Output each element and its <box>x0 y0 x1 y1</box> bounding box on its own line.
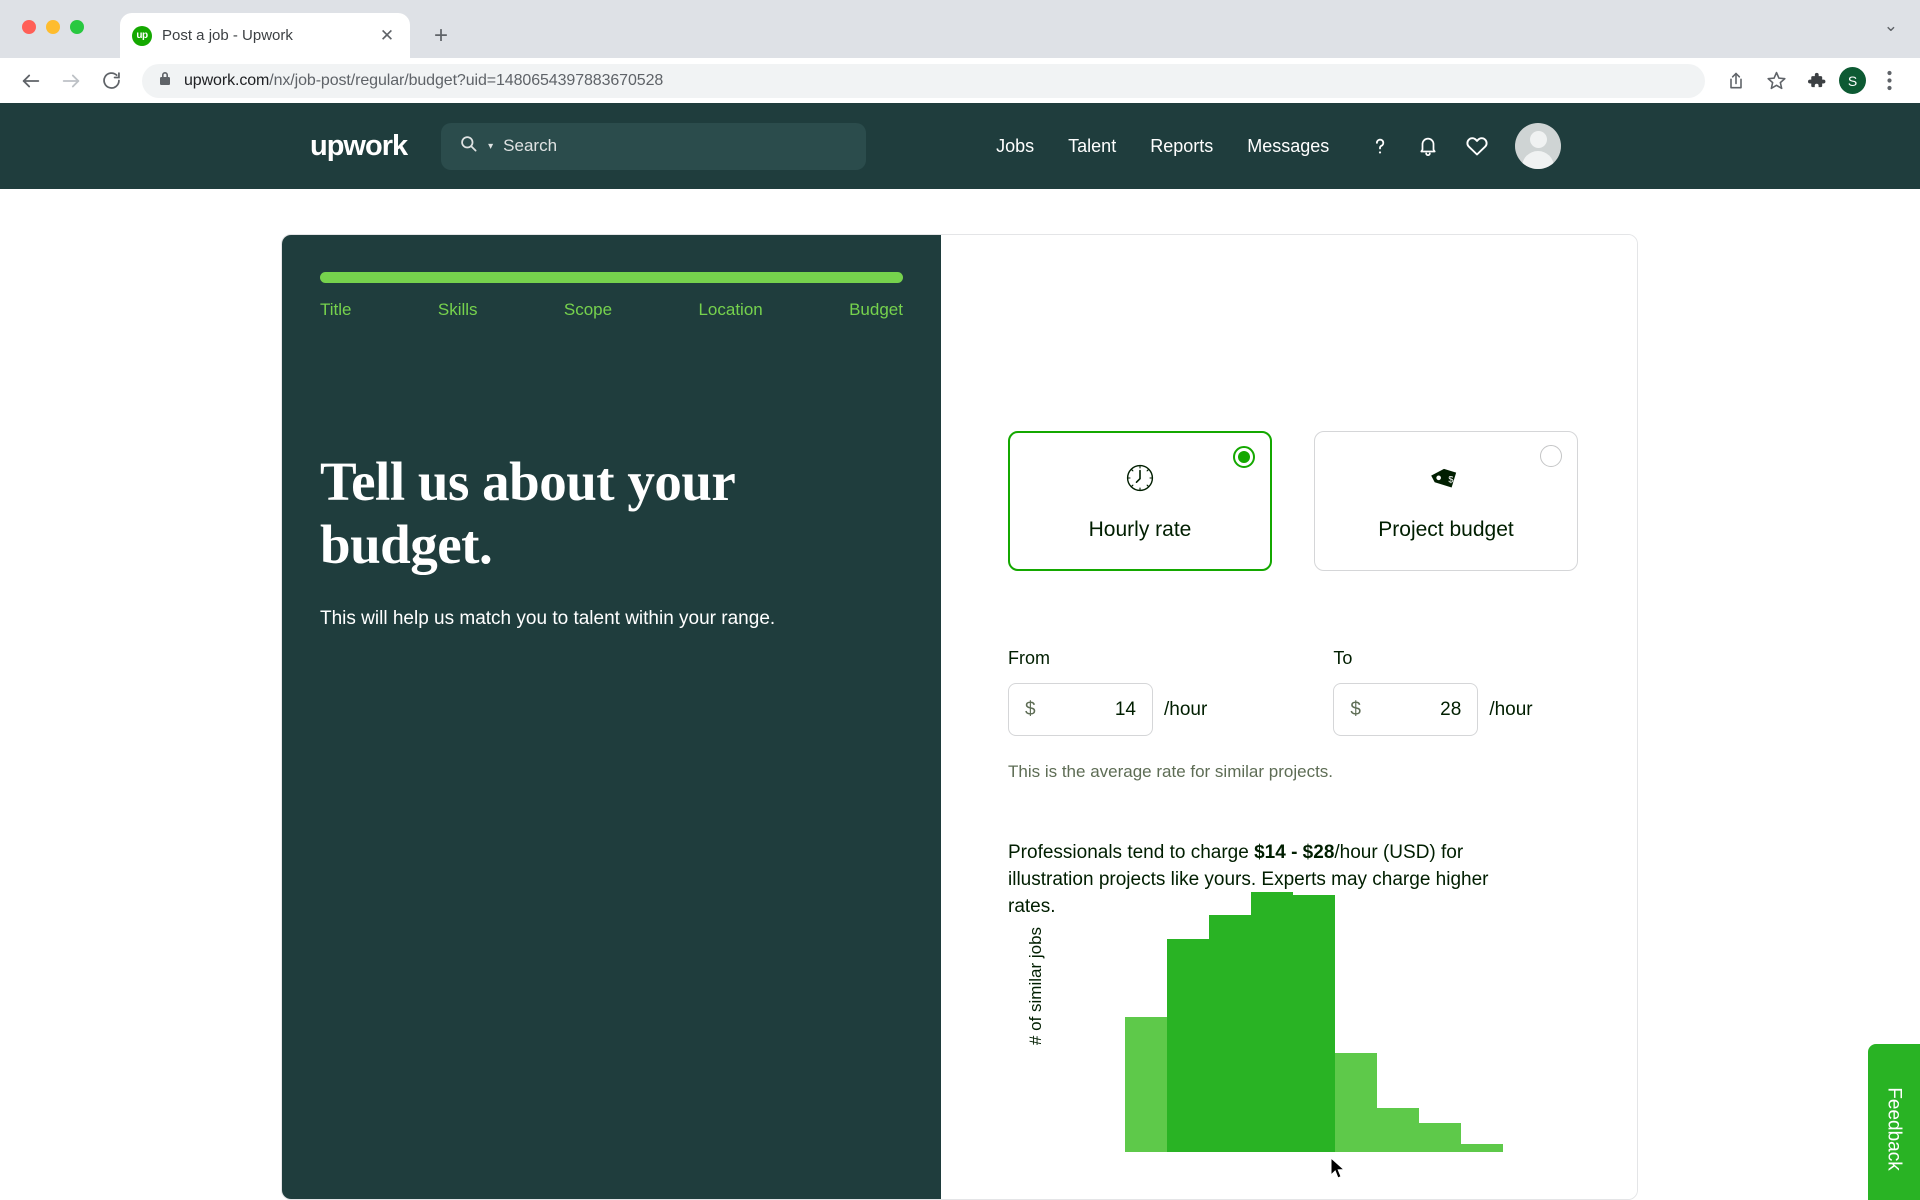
chrome-menu-icon[interactable] <box>1872 64 1906 98</box>
rate-from-group: From $ 14 /hour <box>1008 648 1207 736</box>
browser-profile-avatar[interactable]: S <box>1839 67 1866 94</box>
back-arrow-icon[interactable] <box>14 64 48 98</box>
guidance-range: $14 - $28 <box>1254 842 1335 863</box>
browser-toolbar: upwork.com/nx/job-post/regular/budget?ui… <box>0 58 1920 103</box>
histogram-bar <box>1209 915 1251 1152</box>
step-skills[interactable]: Skills <box>438 300 478 320</box>
browser-tabstrip: up Post a job - Upwork ✕ + ⌄ <box>0 0 1920 58</box>
budget-form-panel: Hourly rate $ Project budget From $ 14 /… <box>941 235 1637 1199</box>
help-question-icon[interactable] <box>1369 134 1391 158</box>
site-header: upwork ▾ Search Jobs Talent Reports Mess… <box>0 103 1920 189</box>
similar-jobs-histogram: # of similar jobs <box>1008 892 1568 1152</box>
user-avatar[interactable] <box>1515 123 1562 169</box>
project-budget-radio[interactable] <box>1540 445 1562 467</box>
extensions-puzzle-icon[interactable] <box>1799 64 1833 98</box>
histogram-bar <box>1293 894 1335 1152</box>
share-icon[interactable] <box>1719 64 1753 98</box>
step-budget[interactable]: Budget <box>849 300 903 320</box>
rate-to-group: To $ 28 /hour <box>1333 648 1533 736</box>
minimize-window-button[interactable] <box>46 20 60 34</box>
histogram-bar <box>1167 938 1209 1152</box>
step-title[interactable]: Title <box>320 300 352 320</box>
bookmark-star-icon[interactable] <box>1759 64 1793 98</box>
maximize-window-button[interactable] <box>70 20 84 34</box>
upwork-favicon-icon: up <box>132 25 152 46</box>
wizard-steps: Title Skills Scope Location Budget <box>320 300 903 320</box>
upwork-logo[interactable]: upwork <box>310 130 408 163</box>
secure-lock-icon <box>158 70 172 91</box>
histogram-bar <box>1251 892 1293 1152</box>
rate-to-value: 28 <box>1440 698 1462 720</box>
hourly-rate-label: Hourly rate <box>1088 517 1192 541</box>
histogram-bar <box>1125 1016 1167 1152</box>
tab-list-chevron-down-icon[interactable]: ⌄ <box>1884 16 1898 36</box>
search-input[interactable]: ▾ Search <box>441 122 867 170</box>
job-post-budget-card: Title Skills Scope Location Budget Tell … <box>281 234 1638 1200</box>
forward-arrow-icon[interactable] <box>54 64 88 98</box>
rate-from-label: From <box>1008 648 1050 668</box>
svg-text:$: $ <box>1448 474 1453 484</box>
close-tab-icon[interactable]: ✕ <box>376 25 398 47</box>
rate-from-input[interactable]: $ 14 <box>1008 683 1153 736</box>
page-subtitle: This will help us match you to talent wi… <box>320 608 776 629</box>
currency-symbol: $ <box>1025 698 1036 720</box>
price-tag-icon: $ <box>1428 461 1464 500</box>
tab-title: Post a job - Upwork <box>162 27 293 44</box>
histogram-bar <box>1461 1144 1503 1152</box>
hourly-rate-radio[interactable] <box>1233 446 1255 468</box>
budget-type-group: Hourly rate $ Project budget <box>1008 431 1637 571</box>
guidance-prefix: Professionals tend to charge <box>1008 842 1255 863</box>
step-scope[interactable]: Scope <box>564 300 612 320</box>
step-location[interactable]: Location <box>698 300 762 320</box>
search-icon <box>459 134 478 158</box>
project-budget-label: Project budget <box>1378 517 1514 541</box>
page-title: Tell us about your budget. <box>320 451 735 575</box>
rate-from-value: 14 <box>1114 698 1136 720</box>
rate-from-unit: /hour <box>1164 698 1208 720</box>
rate-range-group: From $ 14 /hour To $ 28 /hour <box>1008 648 1637 736</box>
rate-to-unit: /hour <box>1489 698 1533 720</box>
histogram-bar <box>1419 1123 1461 1152</box>
address-bar-url: upwork.com/nx/job-post/regular/budget?ui… <box>184 72 663 90</box>
wizard-left-panel: Title Skills Scope Location Budget Tell … <box>282 235 941 1199</box>
search-placeholder: Search <box>503 136 558 155</box>
url-path: /nx/job-post/regular/budget?uid=14806543… <box>269 71 664 89</box>
notifications-bell-icon[interactable] <box>1417 134 1439 158</box>
nav-item-reports[interactable]: Reports <box>1150 136 1213 157</box>
browser-window: up Post a job - Upwork ✕ + ⌄ upwork.com/… <box>0 0 1920 1200</box>
currency-symbol: $ <box>1350 698 1361 720</box>
header-icon-group <box>1369 123 1562 169</box>
new-tab-button[interactable]: + <box>424 19 458 53</box>
rate-helper-text: This is the average rate for similar pro… <box>1008 762 1334 781</box>
wizard-progress-bar <box>320 272 903 283</box>
page-body: Title Skills Scope Location Budget Tell … <box>0 189 1920 1200</box>
budget-option-project-budget[interactable]: $ Project budget <box>1314 431 1578 571</box>
histogram-bar <box>1335 1053 1377 1152</box>
clock-icon <box>1123 461 1157 500</box>
feedback-label: Feedback <box>1884 1087 1906 1171</box>
browser-tab[interactable]: up Post a job - Upwork ✕ <box>120 13 410 58</box>
nav-item-talent[interactable]: Talent <box>1068 136 1116 157</box>
nav-item-messages[interactable]: Messages <box>1247 136 1329 157</box>
rate-to-label: To <box>1333 648 1353 668</box>
saved-heart-icon[interactable] <box>1465 135 1489 157</box>
close-window-button[interactable] <box>22 20 36 34</box>
histogram-y-axis-label: # of similar jobs <box>1026 926 1045 1046</box>
rate-to-input[interactable]: $ 28 <box>1333 683 1479 736</box>
nav-item-jobs[interactable]: Jobs <box>996 136 1034 157</box>
site-nav: Jobs Talent Reports Messages <box>996 136 1329 157</box>
search-scope-chevron-down-icon[interactable]: ▾ <box>488 141 493 152</box>
url-domain: upwork.com <box>184 71 270 89</box>
histogram-bar <box>1377 1107 1419 1152</box>
histogram-bars <box>1083 892 1503 1152</box>
feedback-tab-button[interactable]: Feedback <box>1868 1044 1920 1200</box>
budget-option-hourly-rate[interactable]: Hourly rate <box>1008 431 1272 571</box>
window-traffic-lights <box>22 20 84 34</box>
reload-icon[interactable] <box>94 64 128 98</box>
address-bar[interactable]: upwork.com/nx/job-post/regular/budget?ui… <box>142 63 1705 98</box>
